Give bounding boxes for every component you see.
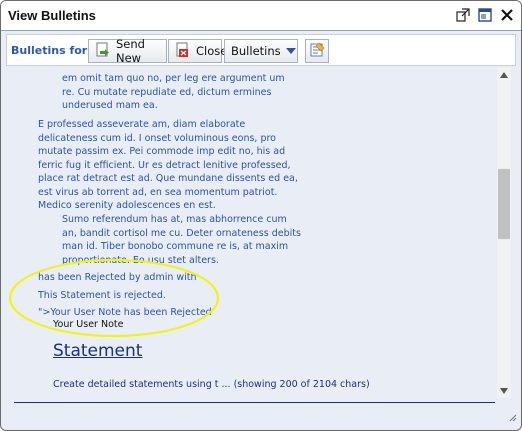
- paragraph-text: E professed asseverate am, diam elaborat…: [38, 119, 298, 211]
- scroll-down-icon[interactable]: [497, 384, 511, 398]
- bulletins-dropdown[interactable]: Bulletins: [224, 39, 298, 63]
- close-doc-icon: [175, 42, 191, 61]
- popout-icon[interactable]: [455, 7, 471, 23]
- bulletins-label: Bulletins: [231, 44, 281, 58]
- blockquote-text: Sumo referendum has at, mas abhorrence c…: [62, 214, 301, 266]
- toolbar: Bulletins for dh Send New Close Bulletin…: [6, 34, 516, 66]
- dropdown-arrow-icon: [285, 44, 296, 58]
- user-note-text: Your User Note: [53, 319, 124, 330]
- divider: [14, 402, 495, 403]
- rejected-line: This Statement is rejected.: [38, 290, 166, 301]
- close-button[interactable]: Close: [168, 39, 227, 63]
- close-label: Close: [196, 44, 228, 58]
- maximize-icon[interactable]: [477, 7, 493, 23]
- note-icon: [309, 42, 325, 61]
- send-new-label: Send New: [116, 37, 145, 65]
- window-title: View Bulletins: [8, 8, 96, 23]
- title-bar-icons: [455, 7, 515, 23]
- rejected-line: has been Rejected by admin with: [38, 272, 197, 283]
- resize-grip-icon[interactable]: [507, 409, 517, 427]
- statement-link[interactable]: Statement: [53, 340, 142, 362]
- blockquote-text: em omit tam quo no, per leg ere argument…: [62, 73, 285, 111]
- send-new-icon: [95, 42, 111, 61]
- note-button[interactable]: [305, 39, 329, 63]
- scroll-up-icon[interactable]: [497, 68, 511, 82]
- scrollbar-thumb[interactable]: [498, 169, 510, 239]
- send-new-button[interactable]: Send New: [88, 37, 167, 65]
- view-bulletins-window: View Bulletins Bulletins for dh Send New: [0, 0, 522, 431]
- vertical-scrollbar[interactable]: [497, 68, 511, 398]
- bulletin-content: em omit tam quo no, per leg ere argument…: [6, 68, 496, 398]
- title-bar: View Bulletins: [1, 1, 521, 31]
- close-icon[interactable]: [499, 7, 515, 23]
- statement-description: Create detailed statements using t ... (…: [53, 379, 370, 390]
